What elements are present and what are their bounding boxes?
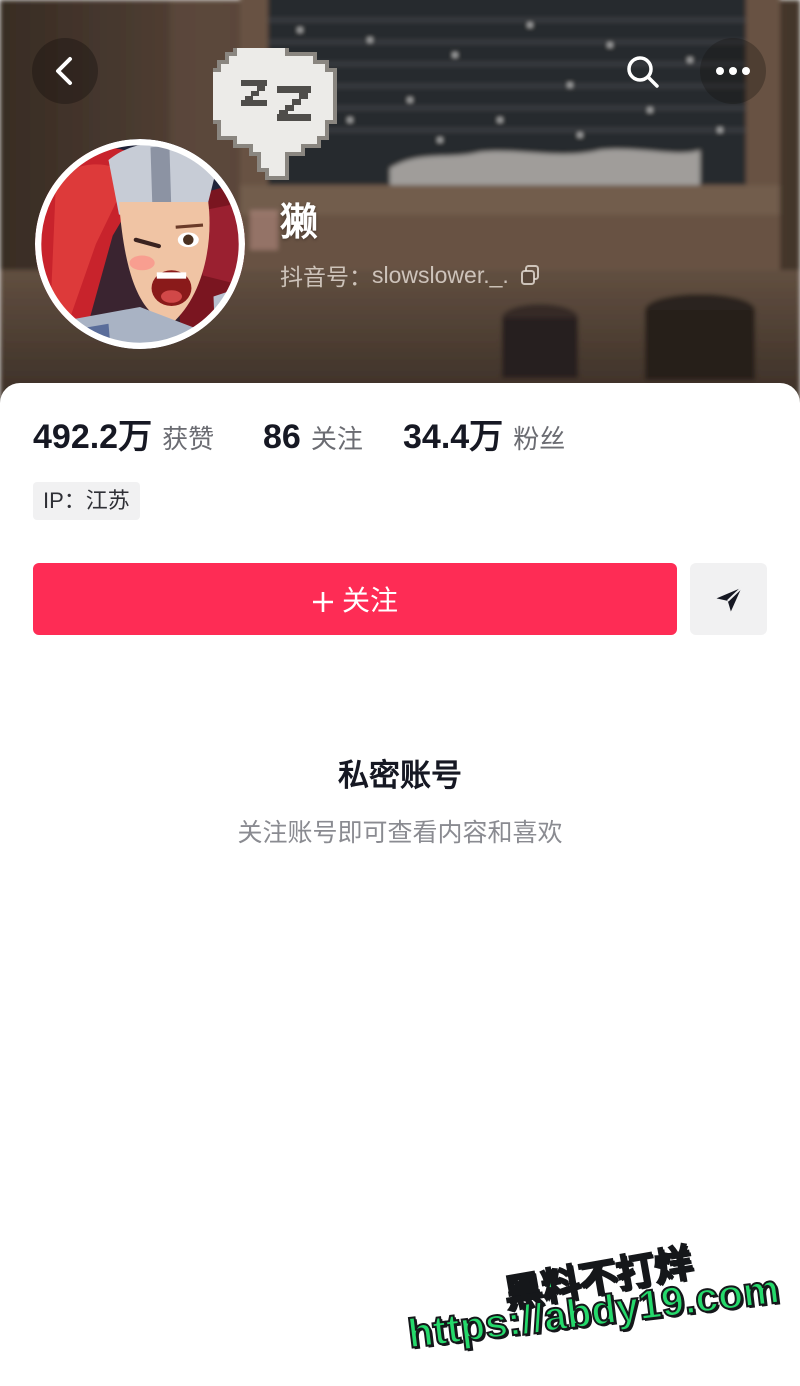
stat-value: 86 [263, 418, 301, 456]
account-id[interactable]: 抖音号： slowslower._. [280, 258, 541, 292]
account-id-label: 抖音号： [280, 264, 372, 290]
search-button[interactable] [610, 39, 676, 105]
profile-card [0, 383, 800, 1386]
account-id-value: slowslower._. [372, 261, 509, 288]
stat-value: 34.4万 [403, 418, 504, 456]
send-icon [716, 587, 742, 612]
username: 獭 [280, 202, 319, 244]
more-options-button[interactable] [700, 38, 766, 104]
stat-following[interactable]: 86 关注 [263, 415, 363, 459]
stat-likes: 492.2万 获赞 [33, 415, 214, 459]
sleep-bubble-sticker [213, 48, 337, 180]
back-button[interactable] [32, 38, 98, 104]
stat-label: 获赞 [162, 424, 215, 454]
avatar-image [35, 139, 245, 349]
more-horizontal-icon [716, 67, 750, 75]
plus-icon [312, 588, 334, 612]
copy-icon[interactable] [519, 264, 541, 286]
private-account-subtitle: 关注账号即可查看内容和喜欢 [237, 819, 563, 847]
follow-button-label: 关注 [341, 585, 398, 616]
stat-label: 粉丝 [513, 424, 566, 454]
chevron-left-icon [56, 57, 72, 85]
stat-followers[interactable]: 34.4万 粉丝 [403, 415, 565, 459]
send-message-button[interactable] [690, 563, 767, 635]
ip-location-badge: IP：江苏 [33, 482, 140, 520]
search-icon [627, 56, 659, 88]
stat-label: 关注 [310, 424, 363, 454]
stat-value: 492.2万 [33, 418, 153, 456]
avatar[interactable] [35, 139, 245, 349]
private-account-title: 私密账号 [338, 758, 462, 793]
follow-button[interactable]: 关注 [33, 563, 677, 635]
